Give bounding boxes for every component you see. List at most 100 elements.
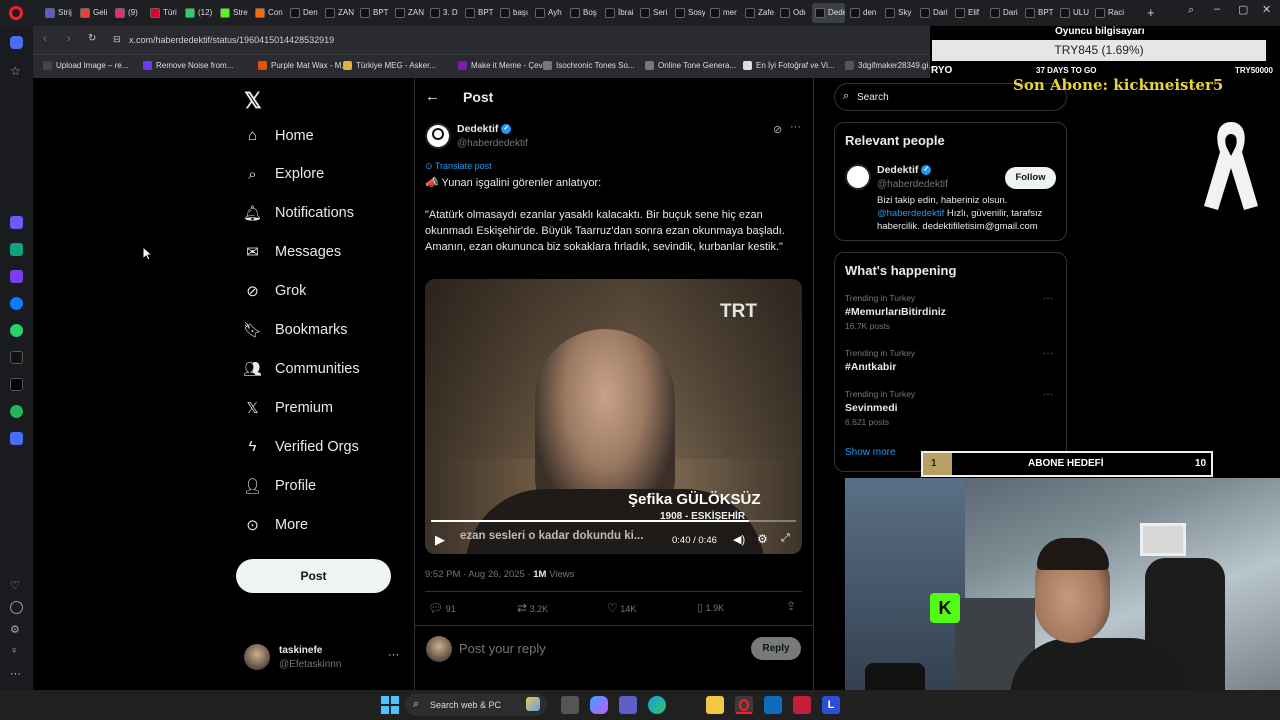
star-icon[interactable]: ☆: [10, 64, 23, 78]
more-icon[interactable]: ⋯: [10, 667, 23, 680]
nav-home[interactable]: ⌂ Home: [244, 127, 314, 144]
nav-notifications[interactable]: 🔔︎ Notifications: [243, 205, 354, 222]
bookmark-item[interactable]: Isochronic Tones So...: [543, 61, 635, 71]
browser-tab[interactable]: Elif: [952, 3, 985, 23]
home-icon[interactable]: [10, 36, 23, 49]
fullscreen-icon[interactable]: ⤢: [781, 532, 790, 545]
messenger-icon[interactable]: [10, 297, 23, 310]
browser-tab[interactable]: BPT: [462, 3, 495, 23]
post-button[interactable]: Post: [236, 559, 391, 593]
browser-tab[interactable]: Seri: [637, 3, 670, 23]
trend-item[interactable]: Trending in Turkey #Anıtkabir ···: [845, 348, 1060, 376]
browser-tab[interactable]: BPT: [1022, 3, 1055, 23]
trend-more-icon[interactable]: ···: [1043, 293, 1053, 304]
aria-icon[interactable]: [10, 216, 23, 229]
nav-messages[interactable]: ✉︎ Messages: [244, 244, 341, 261]
url-field[interactable]: x.com/haberdedektif/status/1960415014428…: [129, 35, 334, 45]
task-view-icon[interactable]: [561, 696, 579, 714]
tweet-video[interactable]: TRT Şefika GÜLÖKSÜZ 1908 - ESKİŞEHİR eza…: [425, 279, 802, 554]
x-logo-icon[interactable]: 𝕏: [244, 88, 262, 114]
browser-tab[interactable]: Dedekti: [812, 3, 845, 23]
outlook-icon[interactable]: [764, 696, 782, 714]
teams-icon[interactable]: [619, 696, 637, 714]
bookmark-action[interactable]: ▯ 1.9K: [697, 601, 724, 614]
browser-tab[interactable]: den: [847, 3, 880, 23]
browser-tab[interactable]: 3. D: [427, 3, 460, 23]
reload-icon[interactable]: ↻: [88, 33, 96, 44]
nav-bookmarks[interactable]: 🔖︎ Bookmarks: [243, 322, 348, 339]
reply-action[interactable]: 💬︎ 91: [428, 601, 456, 615]
author-handle[interactable]: @haberdedektif: [457, 138, 528, 149]
play-icon[interactable]: ▶: [435, 532, 445, 548]
author-avatar[interactable]: [425, 123, 451, 149]
bookmark-item[interactable]: Make it Meme - Çev...: [458, 61, 549, 71]
whatsapp-icon[interactable]: [10, 324, 23, 337]
winrar-icon[interactable]: [793, 696, 811, 714]
relevant-handle[interactable]: @haberdedektif: [877, 179, 948, 190]
account-switcher[interactable]: taskinefe @Efetaskinnn ···: [244, 642, 404, 674]
trend-more-icon[interactable]: ···: [1043, 348, 1053, 359]
browser-tab[interactable]: (9): [112, 3, 145, 23]
reply-input[interactable]: Post your reply: [459, 641, 546, 656]
bookmark-item[interactable]: En İyi Fotoğraf ve Vi...: [743, 61, 835, 71]
like-action[interactable]: ♡ 14K: [607, 601, 636, 615]
translate-link[interactable]: ⊙ Translate post: [425, 161, 492, 172]
edge-icon[interactable]: [648, 696, 666, 714]
file-explorer-icon[interactable]: [706, 696, 724, 714]
forward-icon[interactable]: ›: [67, 33, 71, 45]
browser-tab[interactable]: Raci: [1092, 3, 1125, 23]
settings-icon[interactable]: ⚙: [10, 623, 23, 636]
relevant-name[interactable]: Dedektif ✓: [877, 164, 932, 176]
chatgpt-icon[interactable]: [10, 243, 23, 256]
browser-tab[interactable]: BPT: [357, 3, 390, 23]
opera-logo-icon[interactable]: [9, 6, 23, 20]
heart-icon[interactable]: ♡: [10, 579, 23, 592]
site-info-icon[interactable]: ⊟: [113, 34, 121, 45]
player-icon[interactable]: [10, 432, 23, 445]
nav-premium[interactable]: 𝕏 Premium: [244, 399, 333, 417]
volume-icon[interactable]: ◀): [733, 533, 745, 546]
nav-profile[interactable]: 👤︎ Profile: [243, 477, 316, 495]
spotify-icon[interactable]: [10, 405, 23, 418]
video-progress-track[interactable]: [431, 520, 796, 522]
bookmark-item[interactable]: Remove Noise from...: [143, 61, 233, 71]
close-window-icon[interactable]: ✕: [1262, 3, 1271, 16]
windows-start-icon[interactable]: [381, 696, 399, 714]
tips-icon[interactable]: ♀: [10, 645, 23, 658]
history-icon[interactable]: [10, 601, 23, 614]
browser-tab[interactable]: ZAN: [322, 3, 355, 23]
back-icon[interactable]: ‹: [43, 33, 47, 45]
browser-tab[interactable]: Stre: [217, 3, 250, 23]
bookmark-item[interactable]: Online Tone Genera...: [645, 61, 736, 71]
browser-tab[interactable]: Dari: [987, 3, 1020, 23]
nav-verified-orgs[interactable]: ϟ Verified Orgs: [244, 438, 359, 455]
grok-icon[interactable]: ⊘: [773, 123, 782, 136]
author-name[interactable]: Dedektif ✓: [457, 123, 512, 135]
nav-communities[interactable]: 👥︎ Communities: [243, 360, 360, 378]
reply-button[interactable]: Reply: [751, 637, 801, 660]
back-arrow-icon[interactable]: ←: [425, 88, 440, 105]
follow-button[interactable]: Follow: [1005, 167, 1056, 189]
browser-tab[interactable]: başı: [497, 3, 530, 23]
share-icon[interactable]: ⇪: [786, 599, 796, 613]
tweet-more-icon[interactable]: ···: [790, 121, 801, 133]
browser-tab[interactable]: Türi: [147, 3, 180, 23]
browser-tab[interactable]: Odı: [777, 3, 810, 23]
browser-tab[interactable]: mer: [707, 3, 740, 23]
browser-tab[interactable]: Con: [252, 3, 285, 23]
l-app-icon[interactable]: L: [822, 696, 840, 714]
browser-tab[interactable]: Boş: [567, 3, 600, 23]
taskbar-search[interactable]: ⌕ Search web & PC: [405, 694, 547, 716]
browser-tab[interactable]: Dari: [917, 3, 950, 23]
bio-link[interactable]: @haberdedektif: [877, 208, 944, 219]
browser-tab[interactable]: Geli: [77, 3, 110, 23]
bookmark-item[interactable]: Purple Mat Wax - M...: [258, 61, 348, 71]
opera-taskbar-icon[interactable]: [735, 696, 753, 714]
trend-item[interactable]: Trending in Turkey Sevinmedi 6,621 posts ··…: [845, 389, 1060, 427]
video-settings-icon[interactable]: ⚙: [757, 532, 768, 546]
browser-tab[interactable]: Ayh: [532, 3, 565, 23]
cs-icon[interactable]: [10, 270, 23, 283]
search-tabs-icon[interactable]: ⌕: [1188, 4, 1194, 17]
copilot-icon[interactable]: [590, 696, 608, 714]
browser-tab[interactable]: Sosy: [672, 3, 705, 23]
